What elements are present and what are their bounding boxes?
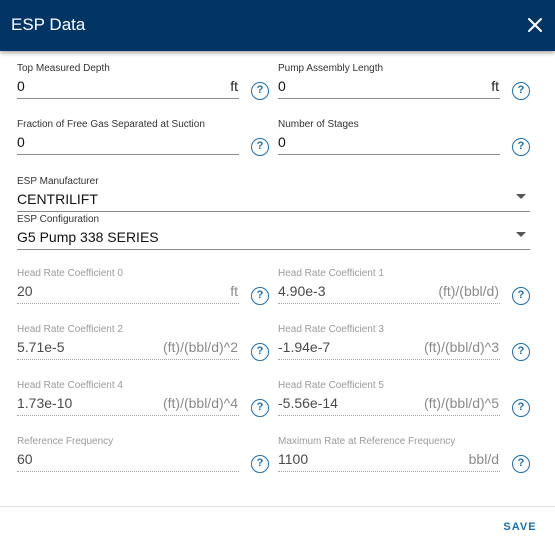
- field-label: Reference Frequency: [17, 436, 114, 447]
- field-underline: [17, 249, 530, 250]
- field-unit: ft: [230, 78, 238, 94]
- field-value[interactable]: G5 Pump 338 SERIES: [17, 228, 159, 246]
- help-icon[interactable]: ?: [251, 138, 269, 156]
- field-unit: (ft)/(bbl/d): [438, 283, 499, 299]
- help-icon[interactable]: ?: [512, 138, 530, 156]
- field-value: 5.71e-5: [17, 339, 65, 355]
- field-label: Fraction of Free Gas Separated at Suctio…: [17, 119, 205, 130]
- field-label: Head Rate Coefficient 4: [17, 380, 123, 391]
- head-rate-coefficient-4-field: Head Rate Coefficient 4 1.73e-10 (ft)/(b…: [17, 380, 239, 418]
- head-rate-coefficient-1-field: Head Rate Coefficient 1 4.90e-3 (ft)/(bb…: [278, 268, 500, 306]
- field-label: Head Rate Coefficient 5: [278, 380, 384, 391]
- field-label: Head Rate Coefficient 3: [278, 324, 384, 335]
- pump-assembly-length-field[interactable]: Pump Assembly Length 0 ft: [278, 63, 500, 101]
- help-icon[interactable]: ?: [512, 399, 530, 417]
- field-value: 1.73e-10: [17, 395, 73, 411]
- field-label: Head Rate Coefficient 0: [17, 268, 123, 279]
- field-value: -5.56e-14: [278, 395, 338, 411]
- field-underline: [278, 415, 500, 416]
- dialog-header: ESP Data: [0, 0, 555, 51]
- field-label: Pump Assembly Length: [278, 63, 384, 74]
- field-label: Head Rate Coefficient 2: [17, 324, 123, 335]
- field-unit: (ft)/(bbl/d)^4: [162, 395, 238, 411]
- help-icon[interactable]: ?: [251, 455, 269, 473]
- field-value[interactable]: 0: [17, 133, 25, 151]
- field-underline: [17, 98, 239, 99]
- field-underline: [17, 415, 239, 416]
- field-underline: [278, 303, 500, 304]
- field-underline: [278, 98, 500, 99]
- number-of-stages-field[interactable]: Number of Stages 0: [278, 119, 500, 157]
- field-underline: [278, 471, 500, 472]
- help-icon[interactable]: ?: [512, 82, 530, 100]
- help-icon[interactable]: ?: [251, 343, 269, 361]
- field-label: Number of Stages: [278, 119, 359, 130]
- field-underline: [278, 359, 500, 360]
- field-label: ESP Manufacturer: [17, 176, 99, 187]
- top-measured-depth-field[interactable]: Top Measured Depth 0 ft: [17, 63, 239, 101]
- field-value: 60: [17, 451, 33, 467]
- head-rate-coefficient-0-field: Head Rate Coefficient 0 20 ft: [17, 268, 239, 306]
- save-button[interactable]: SAVE: [496, 516, 544, 538]
- field-label: Head Rate Coefficient 1: [278, 268, 384, 279]
- help-icon[interactable]: ?: [251, 287, 269, 305]
- field-underline: [278, 154, 500, 155]
- field-underline: [17, 359, 239, 360]
- reference-frequency-field: Reference Frequency 60: [17, 436, 239, 474]
- help-icon[interactable]: ?: [512, 455, 530, 473]
- footer-divider: [0, 506, 555, 507]
- field-label: Maximum Rate at Reference Frequency: [278, 436, 456, 447]
- field-value: 1100: [278, 451, 309, 467]
- esp-configuration-select[interactable]: ESP Configuration G5 Pump 338 SERIES: [17, 214, 530, 252]
- field-value: 4.90e-3: [278, 283, 326, 299]
- field-value[interactable]: CENTRILIFT: [17, 190, 98, 208]
- help-icon[interactable]: ?: [512, 343, 530, 361]
- field-unit: (ft)/(bbl/d)^2: [162, 339, 238, 355]
- field-underline: [17, 471, 239, 472]
- field-unit: (ft)/(bbl/d)^5: [423, 395, 499, 411]
- close-icon[interactable]: [526, 16, 544, 34]
- field-value: 20: [17, 283, 33, 299]
- free-gas-fraction-field[interactable]: Fraction of Free Gas Separated at Suctio…: [17, 119, 239, 157]
- field-underline: [17, 211, 530, 212]
- field-value: -1.94e-7: [278, 339, 331, 355]
- dialog-title: ESP Data: [11, 15, 86, 34]
- help-icon[interactable]: ?: [251, 82, 269, 100]
- field-underline: [17, 303, 239, 304]
- field-value[interactable]: 0: [278, 77, 286, 95]
- chevron-down-icon[interactable]: [516, 232, 526, 237]
- head-rate-coefficient-5-field: Head Rate Coefficient 5 -5.56e-14 (ft)/(…: [278, 380, 500, 418]
- max-rate-at-reference-frequency-field: Maximum Rate at Reference Frequency 1100…: [278, 436, 500, 474]
- head-rate-coefficient-3-field: Head Rate Coefficient 3 -1.94e-7 (ft)/(b…: [278, 324, 500, 362]
- field-underline: [17, 154, 239, 155]
- field-unit: bbl/d: [468, 451, 499, 467]
- field-label: Top Measured Depth: [17, 63, 110, 74]
- field-unit: ft: [491, 78, 499, 94]
- field-label: ESP Configuration: [17, 214, 100, 225]
- field-unit: ft: [230, 283, 238, 299]
- field-value[interactable]: 0: [278, 133, 286, 151]
- esp-manufacturer-select[interactable]: ESP Manufacturer CENTRILIFT: [17, 176, 530, 214]
- chevron-down-icon[interactable]: [516, 194, 526, 199]
- help-icon[interactable]: ?: [512, 287, 530, 305]
- head-rate-coefficient-2-field: Head Rate Coefficient 2 5.71e-5 (ft)/(bb…: [17, 324, 239, 362]
- field-value[interactable]: 0: [17, 77, 25, 95]
- help-icon[interactable]: ?: [251, 399, 269, 417]
- field-unit: (ft)/(bbl/d)^3: [423, 339, 499, 355]
